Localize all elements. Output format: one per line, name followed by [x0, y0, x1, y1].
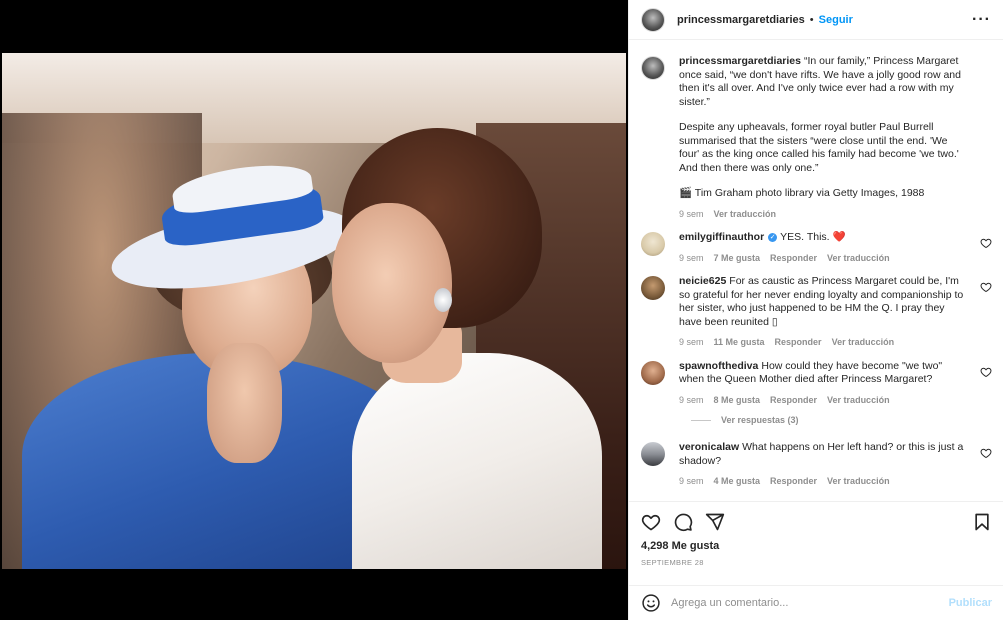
caption-author-avatar[interactable]	[641, 56, 665, 80]
comment-reply-button[interactable]: Responder	[770, 394, 817, 408]
comment-translate-link[interactable]: Ver traducción	[832, 336, 895, 350]
photo-margaret-earring	[434, 288, 452, 312]
caption-paragraph-2: Despite any upheavals, former royal butl…	[679, 121, 959, 174]
comment-like-heart-icon[interactable]	[980, 447, 992, 459]
comment-likes[interactable]: 11 Me gusta	[714, 336, 765, 350]
comment-body: neicie625 For as caustic as Princess Marg…	[679, 275, 969, 350]
post-caption: princessmargaretdiaries “In our family,” …	[641, 55, 992, 221]
post-side-panel: princessmargaretdiaries • Seguir ··· pri…	[628, 0, 1003, 620]
post-actions: 4,298 Me gusta SEPTIEMBRE 28	[629, 501, 1003, 585]
comment-translate-link[interactable]: Ver traducción	[827, 475, 890, 489]
post-header: princessmargaretdiaries • Seguir ···	[629, 0, 1003, 40]
comment-body: spawnofthediva How could they have become…	[679, 360, 969, 408]
verified-badge-icon: ✓	[768, 232, 778, 242]
comment-meta: 9 sem 11 Me gusta Responder Ver traducci…	[679, 336, 969, 350]
comment-item: emilygiffinauthor ✓ YES. This. ❤️ 9 sem 7 …	[641, 231, 992, 265]
comment-like-heart-icon[interactable]	[980, 281, 992, 293]
photo-queen-hand	[207, 343, 282, 463]
comment-time[interactable]: 9 sem	[679, 394, 704, 408]
comment-emoji: ❤️	[832, 231, 846, 243]
commenter-username[interactable]: neicie625	[679, 275, 726, 287]
header-separator: •	[809, 13, 814, 26]
caption-translate-link[interactable]: Ver traducción	[714, 208, 777, 222]
caption-username[interactable]: princessmargaretdiaries	[679, 55, 801, 67]
comment-meta: 9 sem 7 Me gusta Responder Ver traducció…	[679, 252, 969, 266]
commenter-username[interactable]: veronicalaw	[679, 441, 739, 453]
comment-likes[interactable]: 4 Me gusta	[714, 475, 761, 489]
caption-paragraph-1: princessmargaretdiaries “In our family,” …	[679, 55, 969, 109]
comment-icon[interactable]	[673, 512, 693, 532]
view-replies-label: Ver respuestas (3)	[721, 415, 799, 425]
post-date[interactable]: SEPTIEMBRE 28	[641, 558, 992, 567]
commenter-username[interactable]: emilygiffinauthor	[679, 231, 764, 243]
comment-likes[interactable]: 8 Me gusta	[714, 394, 761, 408]
comment-time[interactable]: 9 sem	[679, 336, 704, 350]
comment-reply-button[interactable]: Responder	[770, 475, 817, 489]
comment-body: veronicalaw What happens on Her left hand…	[679, 441, 969, 489]
post-photo[interactable]	[2, 53, 626, 569]
comment-time[interactable]: 9 sem	[679, 252, 704, 266]
caption-paragraph-3: 🎬 Tim Graham photo library via Getty Ima…	[679, 187, 925, 199]
comment-reply-button[interactable]: Responder	[775, 336, 822, 350]
add-comment-bar: Publicar	[629, 585, 1003, 620]
post-media	[0, 0, 628, 620]
author-avatar[interactable]	[641, 7, 665, 32]
commenter-avatar[interactable]	[641, 360, 665, 385]
caption-body: princessmargaretdiaries “In our family,” …	[679, 55, 969, 221]
caption-time[interactable]: 9 sem	[679, 208, 704, 222]
commenter-username[interactable]: spawnofthediva	[679, 360, 758, 372]
photo-margaret-face	[332, 203, 452, 363]
likes-count[interactable]: 4,298 Me gusta	[641, 540, 992, 552]
comment-translate-link[interactable]: Ver traducción	[827, 252, 890, 266]
comment-input[interactable]	[671, 597, 949, 609]
comment-meta: 9 sem 8 Me gusta Responder Ver traducció…	[679, 394, 969, 408]
publish-button[interactable]: Publicar	[949, 597, 992, 609]
comment-item: veronicalaw What happens on Her left hand…	[641, 441, 992, 489]
photo-margaret-dress	[352, 353, 602, 569]
commenter-avatar[interactable]	[641, 232, 665, 256]
replies-line	[691, 419, 711, 421]
comment-likes[interactable]: 7 Me gusta	[714, 252, 761, 266]
comment-like-heart-icon[interactable]	[980, 237, 992, 249]
caption-meta: 9 sem Ver traducción	[679, 208, 969, 222]
emoji-icon[interactable]	[641, 593, 661, 613]
comments-list[interactable]: princessmargaretdiaries “In our family,” …	[629, 41, 1003, 501]
share-icon[interactable]	[705, 512, 725, 532]
comment-text: YES. This.	[780, 231, 830, 243]
action-bar	[641, 512, 992, 532]
comment-like-heart-icon[interactable]	[980, 366, 992, 378]
bookmark-icon[interactable]	[972, 512, 992, 532]
view-replies-button[interactable]: Ver respuestas (3)	[691, 415, 992, 425]
comment-translate-link[interactable]: Ver traducción	[827, 394, 890, 408]
heart-icon[interactable]	[641, 512, 661, 532]
comment-item: neicie625 For as caustic as Princess Marg…	[641, 275, 992, 350]
comment-meta: 9 sem 4 Me gusta Responder Ver traducció…	[679, 475, 969, 489]
follow-button[interactable]: Seguir	[819, 14, 853, 26]
more-options-icon[interactable]: ···	[972, 11, 991, 29]
author-username[interactable]: princessmargaretdiaries	[677, 14, 805, 26]
commenter-avatar[interactable]	[641, 442, 665, 466]
comment-time[interactable]: 9 sem	[679, 475, 704, 489]
comment-body: emilygiffinauthor ✓ YES. This. ❤️ 9 sem 7 …	[679, 231, 969, 265]
commenter-avatar[interactable]	[641, 276, 665, 300]
comment-item: spawnofthediva How could they have become…	[641, 360, 992, 408]
instagram-post-modal: princessmargaretdiaries • Seguir ··· pri…	[0, 0, 1003, 620]
comment-reply-button[interactable]: Responder	[770, 252, 817, 266]
